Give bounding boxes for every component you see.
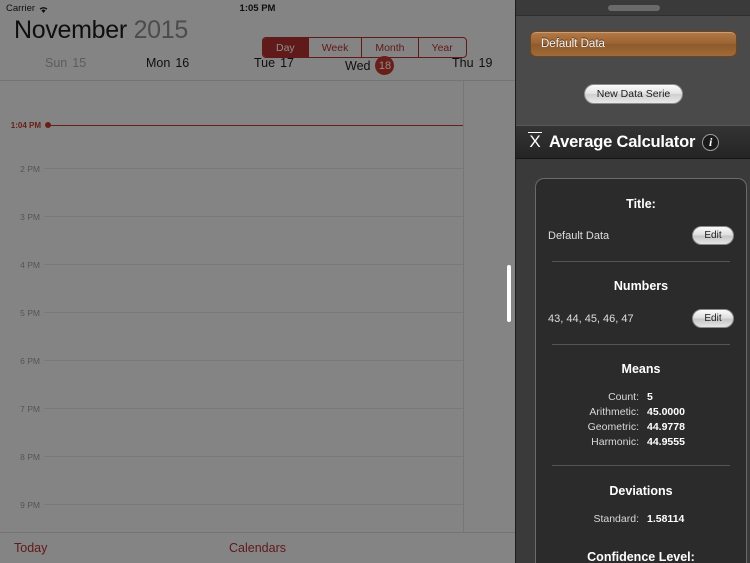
scroll-indicator[interactable] — [507, 265, 511, 322]
day-sun-15-date: 15 — [72, 56, 87, 70]
calendar-toolbar: Today Calendars — [0, 532, 515, 563]
day-thu-19[interactable]: Thu 19 — [452, 56, 492, 70]
panel-title-bar: X Average Calculator i — [516, 125, 750, 159]
day-mon-16-weekday: Mon — [146, 56, 171, 70]
means-row-harmonic: Harmonic: 44.9555 — [536, 436, 746, 448]
numbers-value: 43, 44, 45, 46, 47 — [548, 312, 634, 325]
hour-line — [44, 408, 463, 409]
x-bar-icon: X — [528, 131, 542, 152]
hour-line — [44, 264, 463, 265]
month-header: November 2015 Day Week Month Year — [0, 16, 515, 58]
day-sun-15[interactable]: Sun 15 — [45, 56, 86, 70]
info-icon[interactable]: i — [702, 133, 720, 151]
means-label-count: Count: — [608, 391, 639, 403]
status-bar: Carrier 1:05 PM — [0, 0, 515, 16]
data-serie-button[interactable]: Default Data — [530, 31, 737, 57]
hour-label-8pm: 8 PM — [20, 452, 40, 462]
deviations-row-standard: Standard: 1.58114 — [536, 513, 746, 525]
day-thu-19-weekday: Thu — [452, 56, 474, 70]
means-label-arithmetic: Arithmetic: — [589, 406, 639, 418]
day-wed-18-weekday: Wed — [345, 58, 371, 73]
new-data-serie-button[interactable]: New Data Serie — [584, 84, 683, 104]
page-title: November 2015 — [14, 16, 188, 45]
hour-line — [44, 312, 463, 313]
deviations-section-heading: Deviations — [609, 484, 673, 498]
calendars-button[interactable]: Calendars — [0, 541, 515, 555]
means-row-count: Count: 5 — [536, 391, 746, 403]
deviations-value-standard: 1.58114 — [647, 513, 685, 525]
day-wed-18[interactable]: Wed 18 — [345, 56, 395, 75]
title-value: Default Data — [548, 229, 610, 242]
hour-label-5pm: 5 PM — [20, 308, 40, 318]
means-label-harmonic: Harmonic: — [591, 436, 639, 448]
hour-label-3pm: 3 PM — [20, 212, 40, 222]
hour-label-4pm: 4 PM — [20, 260, 40, 270]
hour-line — [44, 456, 463, 457]
day-mon-16-date: 16 — [175, 56, 190, 70]
means-section-heading: Means — [621, 362, 661, 376]
screen: Carrier 1:05 PM November 2015 Day Week M… — [0, 0, 750, 563]
current-time-line — [48, 125, 463, 126]
hour-line — [44, 504, 463, 505]
today-badge: 18 — [375, 56, 395, 75]
means-row-arithmetic: Arithmetic: 45.0000 — [536, 406, 746, 418]
day-sun-15-weekday: Sun — [45, 56, 68, 70]
day-tue-17[interactable]: Tue 17 — [254, 56, 294, 70]
grid-vertical-divider — [463, 81, 464, 532]
year-label: 2015 — [133, 16, 189, 44]
edit-title-button[interactable]: Edit — [692, 226, 734, 245]
day-grid[interactable]: 2 PM 3 PM 4 PM 5 PM 6 PM 7 PM 8 PM 9 PM … — [0, 81, 515, 532]
drag-handle[interactable] — [607, 4, 660, 11]
data-serie-label: Default Data — [541, 38, 605, 50]
app-title: Average Calculator — [549, 132, 696, 151]
day-tue-17-weekday: Tue — [254, 56, 276, 70]
hour-label-7pm: 7 PM — [20, 404, 40, 414]
title-section-heading: Title: — [626, 197, 656, 211]
data-series-area: Default Data New Data Serie — [516, 15, 750, 125]
hour-line — [44, 168, 463, 169]
means-label-geometric: Geometric: — [587, 421, 639, 433]
means-value-arithmetic: 45.0000 — [647, 406, 685, 418]
current-time-label: 1:04 PM — [10, 121, 41, 130]
day-tue-17-date: 17 — [280, 56, 294, 70]
new-data-serie-label: New Data Serie — [596, 88, 671, 100]
confidence-section-heading: Confidence Level: — [587, 550, 695, 563]
title-row: Default Data Edit — [536, 226, 746, 245]
day-thu-19-date: 19 — [478, 56, 493, 70]
hour-label-6pm: 6 PM — [20, 356, 40, 366]
day-mon-16[interactable]: Mon 16 — [146, 56, 189, 70]
hour-line — [44, 216, 463, 217]
status-bar-clock: 1:05 PM — [239, 3, 276, 14]
month-name: November — [14, 16, 127, 44]
means-value-geometric: 44.9778 — [647, 421, 685, 433]
means-value-harmonic: 44.9555 — [647, 436, 685, 448]
calendar-app: Carrier 1:05 PM November 2015 Day Week M… — [0, 0, 515, 563]
hour-label-9pm: 9 PM — [20, 500, 40, 510]
average-calculator-panel: Default Data New Data Serie X Average Ca… — [515, 0, 750, 563]
hour-label-2pm: 2 PM — [20, 164, 40, 174]
numbers-row: 43, 44, 45, 46, 47 Edit — [536, 309, 746, 328]
weekday-strip: Sun 15 Mon 16 Tue 17 Wed 18 Thu 19 — [0, 52, 515, 81]
panel-drag-handle-area[interactable] — [516, 0, 750, 15]
hour-line — [44, 360, 463, 361]
numbers-section-heading: Numbers — [613, 279, 669, 293]
deviations-label-standard: Standard: — [593, 513, 639, 525]
edit-numbers-button[interactable]: Edit — [692, 309, 734, 328]
means-row-geometric: Geometric: 44.9778 — [536, 421, 746, 433]
means-value-count: 5 — [647, 391, 653, 403]
results-card: Title: Default Data Edit Numbers 43, 44,… — [535, 178, 747, 563]
current-time-dot — [45, 122, 51, 128]
